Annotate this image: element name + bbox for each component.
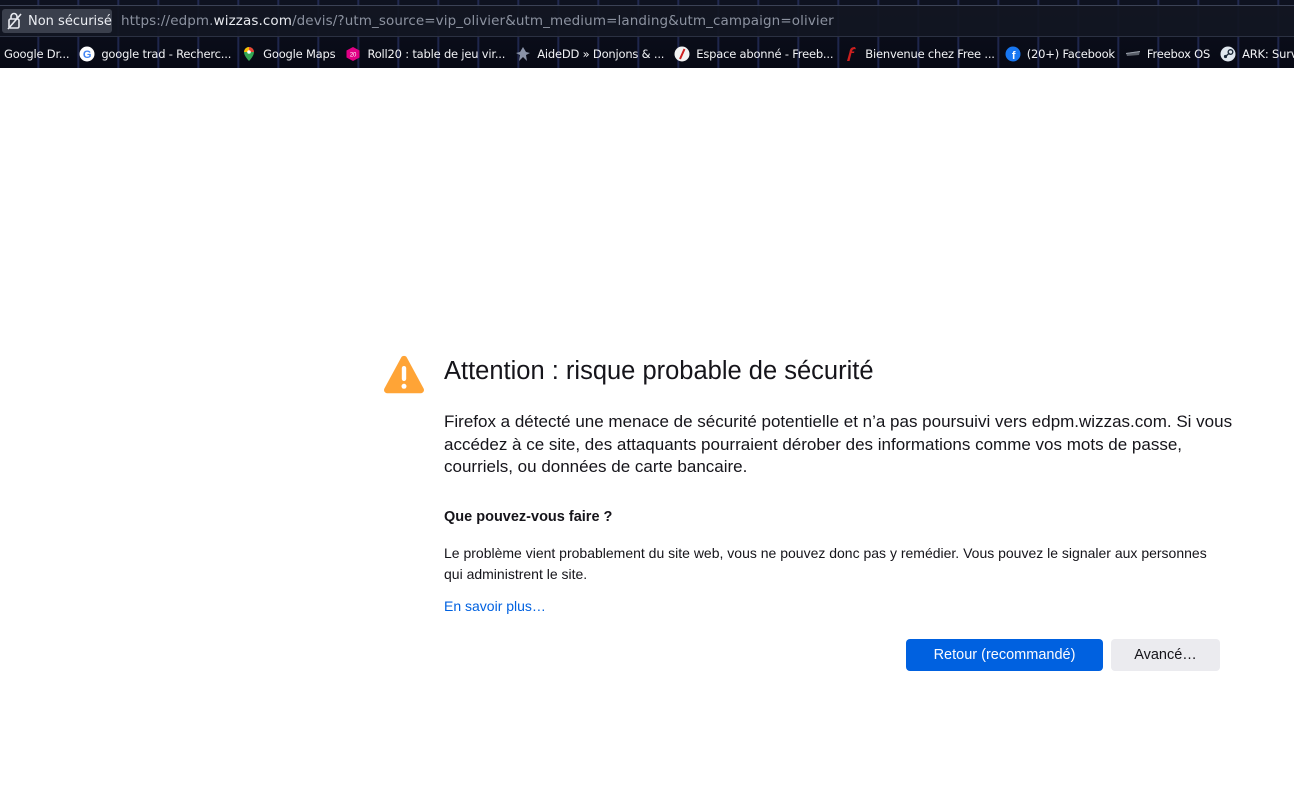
- go-back-button[interactable]: Retour (recommandé): [906, 639, 1103, 671]
- help-text: Le problème vient probablement du site w…: [444, 545, 1207, 582]
- error-description: Firefox a détecté une menace de sécurité…: [444, 412, 1233, 476]
- facebook-icon: f: [1005, 46, 1021, 62]
- bookmark-aidedd[interactable]: AideDD » Donjons & ...: [511, 42, 670, 66]
- bookmark-label: google trad - Recherc...: [101, 47, 232, 61]
- bookmark-google-maps[interactable]: Google Maps: [237, 42, 341, 66]
- url-text[interactable]: https://edpm.wizzas.com/devis/?utm_sourc…: [121, 13, 834, 29]
- roll20-icon: 20: [345, 46, 361, 62]
- bookmark-facebook[interactable]: f (20+) Facebook: [1001, 42, 1121, 66]
- free-f-icon: [843, 46, 859, 62]
- steam-icon: [1220, 46, 1236, 62]
- bookmark-espace-abonne[interactable]: Espace abonné - Freeb...: [670, 42, 839, 66]
- bookmark-label: Freebox OS: [1146, 47, 1211, 61]
- bookmark-label: Bienvenue chez Free ...: [865, 47, 995, 61]
- bookmark-label: Espace abonné - Freeb...: [696, 47, 834, 61]
- url-path: /devis/?utm_source=vip_olivier&utm_mediu…: [291, 13, 834, 29]
- bookmark-label: Roll20 : table de jeu vir...: [367, 47, 506, 61]
- bookmark-google-trad[interactable]: G google trad - Recherc...: [75, 42, 237, 66]
- identity-label: Non sécurisé: [28, 13, 112, 29]
- bookmark-label: AideDD » Donjons & ...: [537, 47, 665, 61]
- browser-toolbar: Non sécurisé https://edpm.wizzas.com/dev…: [0, 0, 1294, 68]
- freebox-icon: [1125, 46, 1141, 62]
- bookmark-label: Google Dr...: [4, 47, 70, 61]
- bookmarks-toolbar: Google Dr... G google trad - Recherc... …: [0, 40, 1294, 68]
- google-icon: G: [79, 46, 95, 62]
- warning-icon: [382, 354, 426, 394]
- bookmark-roll20[interactable]: 20 Roll20 : table de jeu vir...: [341, 42, 511, 66]
- maps-pin-icon: [241, 46, 257, 62]
- bookmark-bienvenue-free[interactable]: Bienvenue chez Free ...: [839, 42, 1000, 66]
- free-icon: [674, 46, 690, 62]
- bookmark-ark[interactable]: ARK: Survival Evo: [1216, 42, 1294, 66]
- learn-more-link[interactable]: En savoir plus…: [444, 598, 546, 614]
- aidedd-icon: [515, 46, 531, 62]
- insecure-lock-icon: [6, 11, 24, 31]
- url-prefix: https://edpm.: [121, 13, 214, 29]
- page-title: Attention : risque probable de sécurité: [444, 357, 874, 385]
- bookmark-google-drive[interactable]: Google Dr...: [0, 42, 75, 66]
- url-bar[interactable]: Non sécurisé https://edpm.wizzas.com/dev…: [0, 5, 1294, 37]
- svg-text:20: 20: [350, 53, 357, 59]
- bookmark-label: ARK: Survival Evo: [1242, 47, 1294, 61]
- svg-text:G: G: [83, 49, 91, 61]
- what-can-you-do-heading: Que pouvez-vous faire ?: [444, 509, 613, 525]
- advanced-button[interactable]: Avancé…: [1111, 639, 1220, 671]
- svg-text:f: f: [1012, 50, 1016, 62]
- url-host: wizzas.com: [213, 13, 292, 29]
- bookmark-freebox-os[interactable]: Freebox OS: [1121, 42, 1216, 66]
- site-identity-button[interactable]: Non sécurisé: [2, 9, 112, 33]
- bookmark-label: (20+) Facebook: [1026, 47, 1115, 61]
- bookmark-label: Google Maps: [263, 47, 336, 61]
